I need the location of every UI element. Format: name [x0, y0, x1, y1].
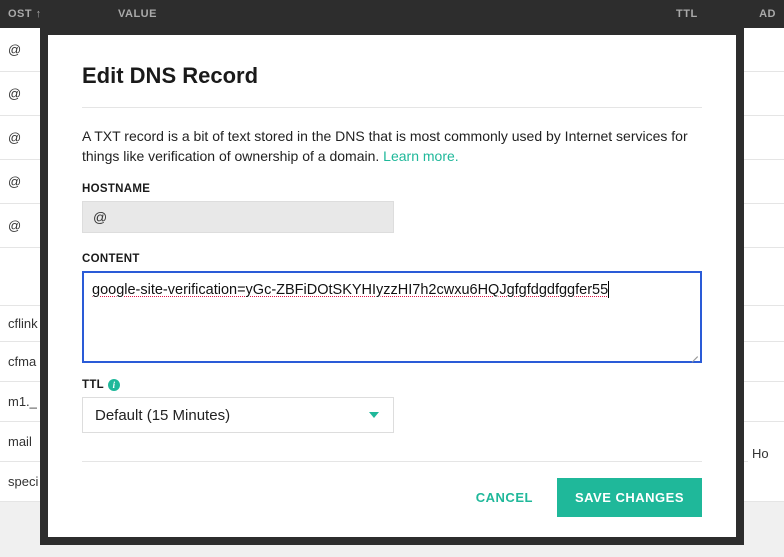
- ttl-select[interactable]: Default (15 Minutes): [82, 397, 394, 433]
- content-label: CONTENT: [82, 253, 702, 265]
- col-header-ttl: TTL: [666, 8, 746, 20]
- row-right-fragment: Ho: [748, 424, 784, 482]
- content-textarea[interactable]: google-site-verification=yGc-ZBFiDOtSKYH…: [82, 271, 702, 363]
- hostname-input: [82, 201, 394, 234]
- modal-title: Edit DNS Record: [82, 63, 702, 89]
- modal-footer: CANCEL SAVE CHANGES: [82, 478, 702, 517]
- col-header-host[interactable]: OST ↑: [8, 8, 58, 20]
- col-header-value: VALUE: [58, 8, 666, 20]
- edit-dns-record-modal: Edit DNS Record A TXT record is a bit of…: [48, 35, 736, 537]
- chevron-down-icon: [369, 412, 379, 418]
- learn-more-link[interactable]: Learn more.: [383, 148, 458, 164]
- cancel-button[interactable]: CANCEL: [470, 480, 539, 515]
- info-icon[interactable]: i: [108, 379, 120, 391]
- ttl-label: TTL i: [82, 379, 702, 391]
- save-changes-button[interactable]: SAVE CHANGES: [557, 478, 702, 517]
- ttl-selected-value: Default (15 Minutes): [95, 407, 230, 424]
- hostname-label: HOSTNAME: [82, 183, 702, 195]
- modal-overlay: Edit DNS Record A TXT record is a bit of…: [40, 27, 744, 545]
- divider: [82, 461, 702, 462]
- resize-handle-icon[interactable]: [688, 349, 698, 359]
- col-header-add: AD: [746, 8, 776, 20]
- table-header: OST ↑ VALUE TTL AD: [0, 0, 784, 28]
- divider: [82, 107, 702, 108]
- modal-description: A TXT record is a bit of text stored in …: [82, 126, 702, 167]
